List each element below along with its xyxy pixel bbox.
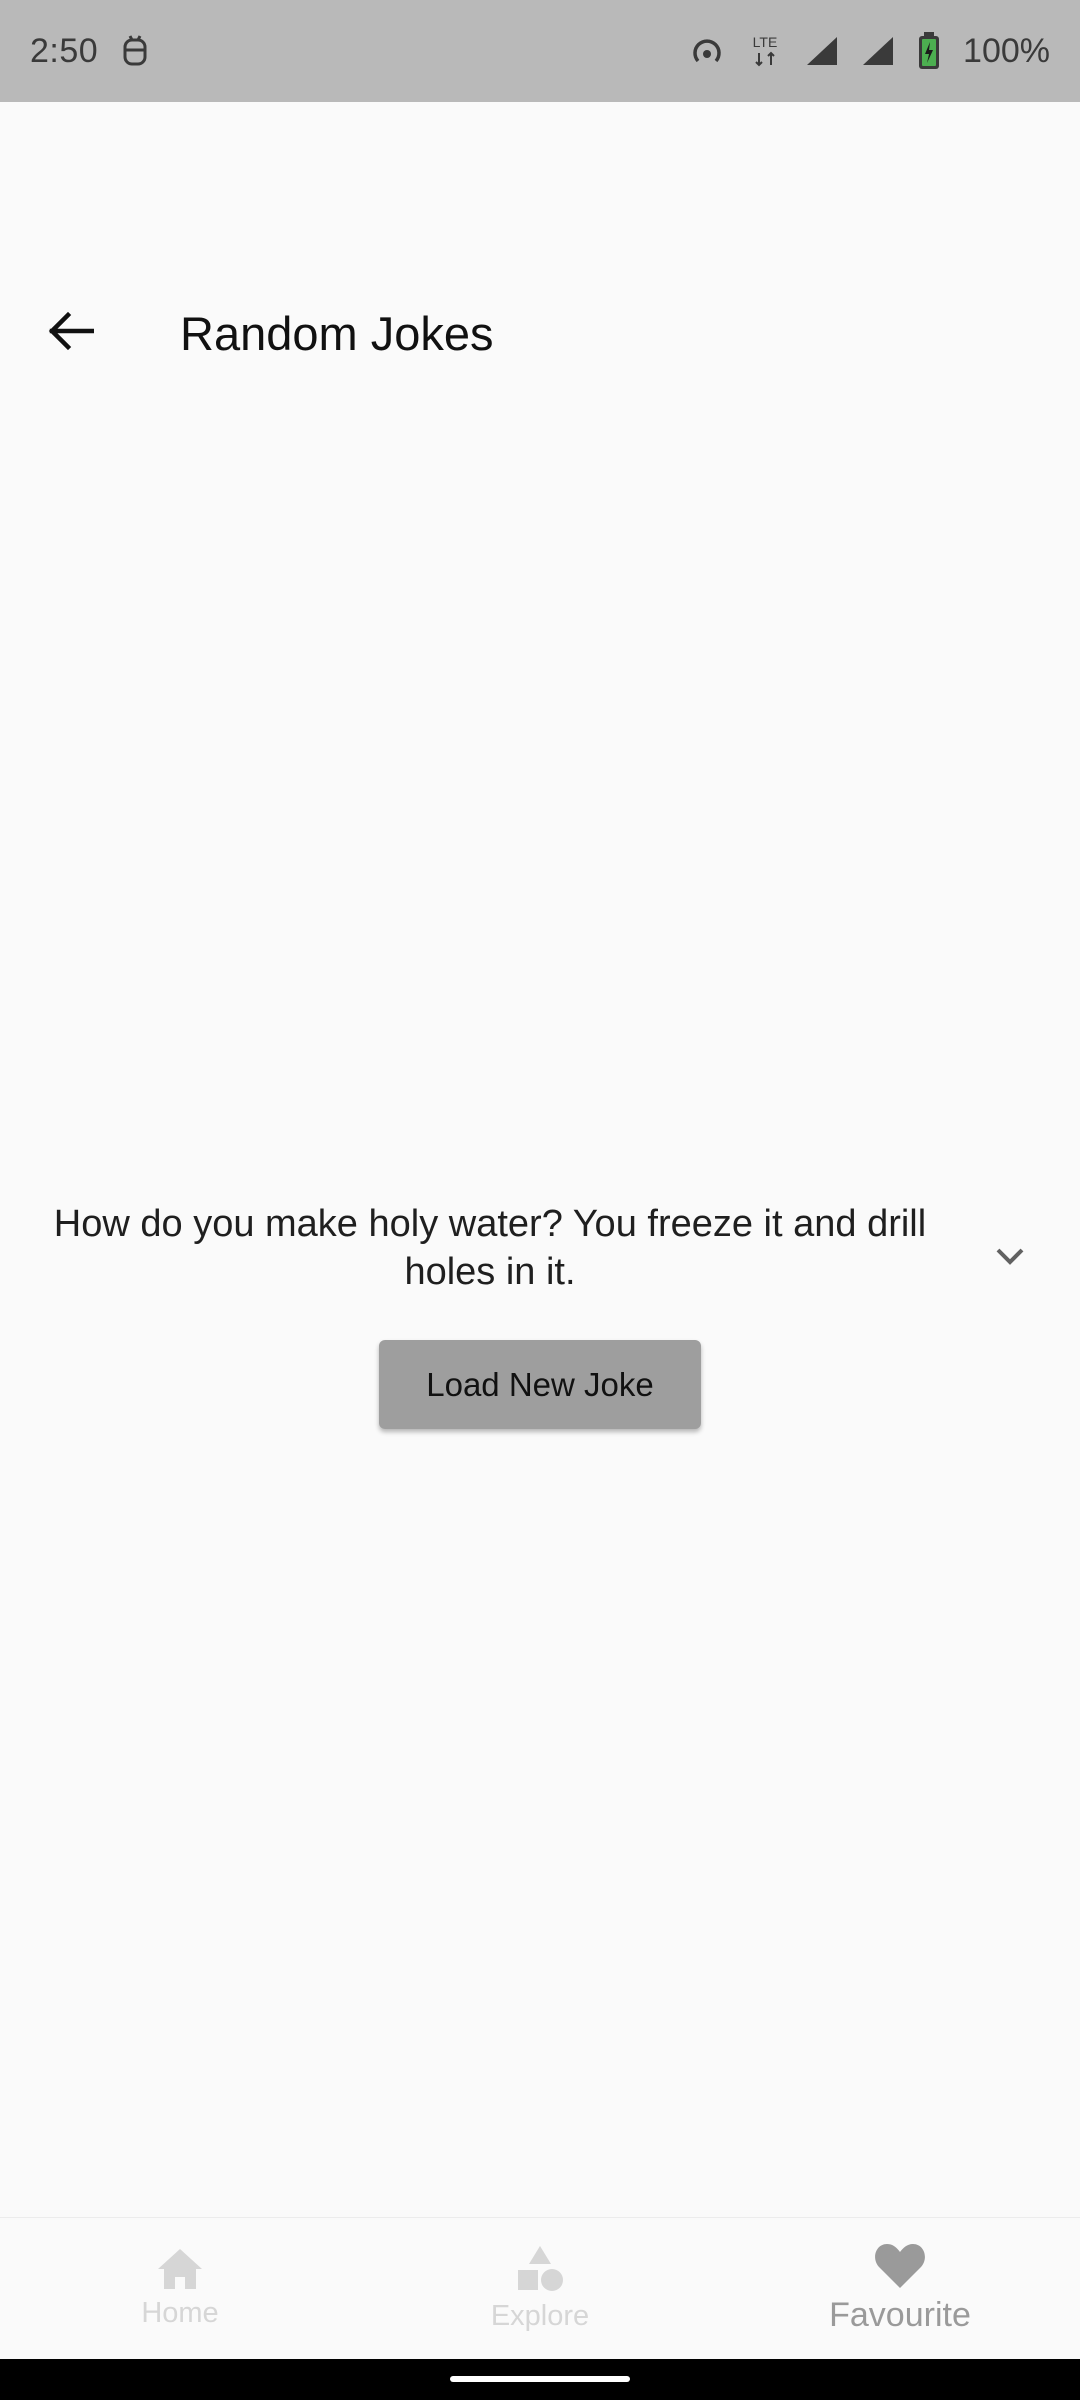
nav-item-favourite[interactable]: Favourite (720, 2218, 1080, 2359)
home-icon (158, 2249, 202, 2289)
shapes-icon (518, 2246, 563, 2291)
joke-panel: How do you make holy water? You freeze i… (0, 1200, 1080, 1300)
lte-icon: LTE (747, 33, 783, 69)
nav-label-home: Home (141, 2297, 219, 2329)
status-right: LTE 100% (689, 31, 1050, 71)
battery-percent: 100% (963, 31, 1050, 70)
gesture-handle[interactable] (450, 2376, 630, 2382)
nav-label-favourite: Favourite (829, 2296, 971, 2334)
back-button[interactable] (38, 298, 104, 364)
nav-label-explore: Explore (490, 2300, 590, 2332)
android-debug-icon (120, 34, 150, 68)
page-title: Random Jokes (180, 307, 494, 360)
nav-item-explore[interactable]: Explore (360, 2218, 720, 2359)
screen: 2:50 LTE 100% Random Jokes How do you ma… (0, 0, 1080, 2400)
gesture-bar (0, 2359, 1080, 2400)
load-new-joke-button[interactable]: Load New Joke (379, 1340, 701, 1429)
hotspot-icon (689, 34, 725, 68)
battery-charging-icon (917, 31, 941, 71)
app-bar: Random Jokes (0, 272, 1080, 398)
signal-icon-1 (805, 35, 839, 67)
status-time: 2:50 (30, 31, 99, 70)
expand-button[interactable] (986, 1232, 1034, 1280)
signal-icon-2 (861, 35, 895, 67)
nav-item-home[interactable]: Home (0, 2218, 360, 2359)
status-bar: 2:50 LTE 100% (0, 0, 1080, 102)
bottom-nav: Home Explore Favourite (0, 2217, 1080, 2359)
heart-icon (875, 2244, 925, 2288)
arrow-back-icon (48, 311, 94, 351)
chevron-down-icon (996, 1248, 1024, 1265)
joke-text: How do you make holy water? You freeze i… (53, 1203, 927, 1293)
status-left: 2:50 (30, 32, 150, 71)
lte-text: LTE (753, 34, 778, 50)
